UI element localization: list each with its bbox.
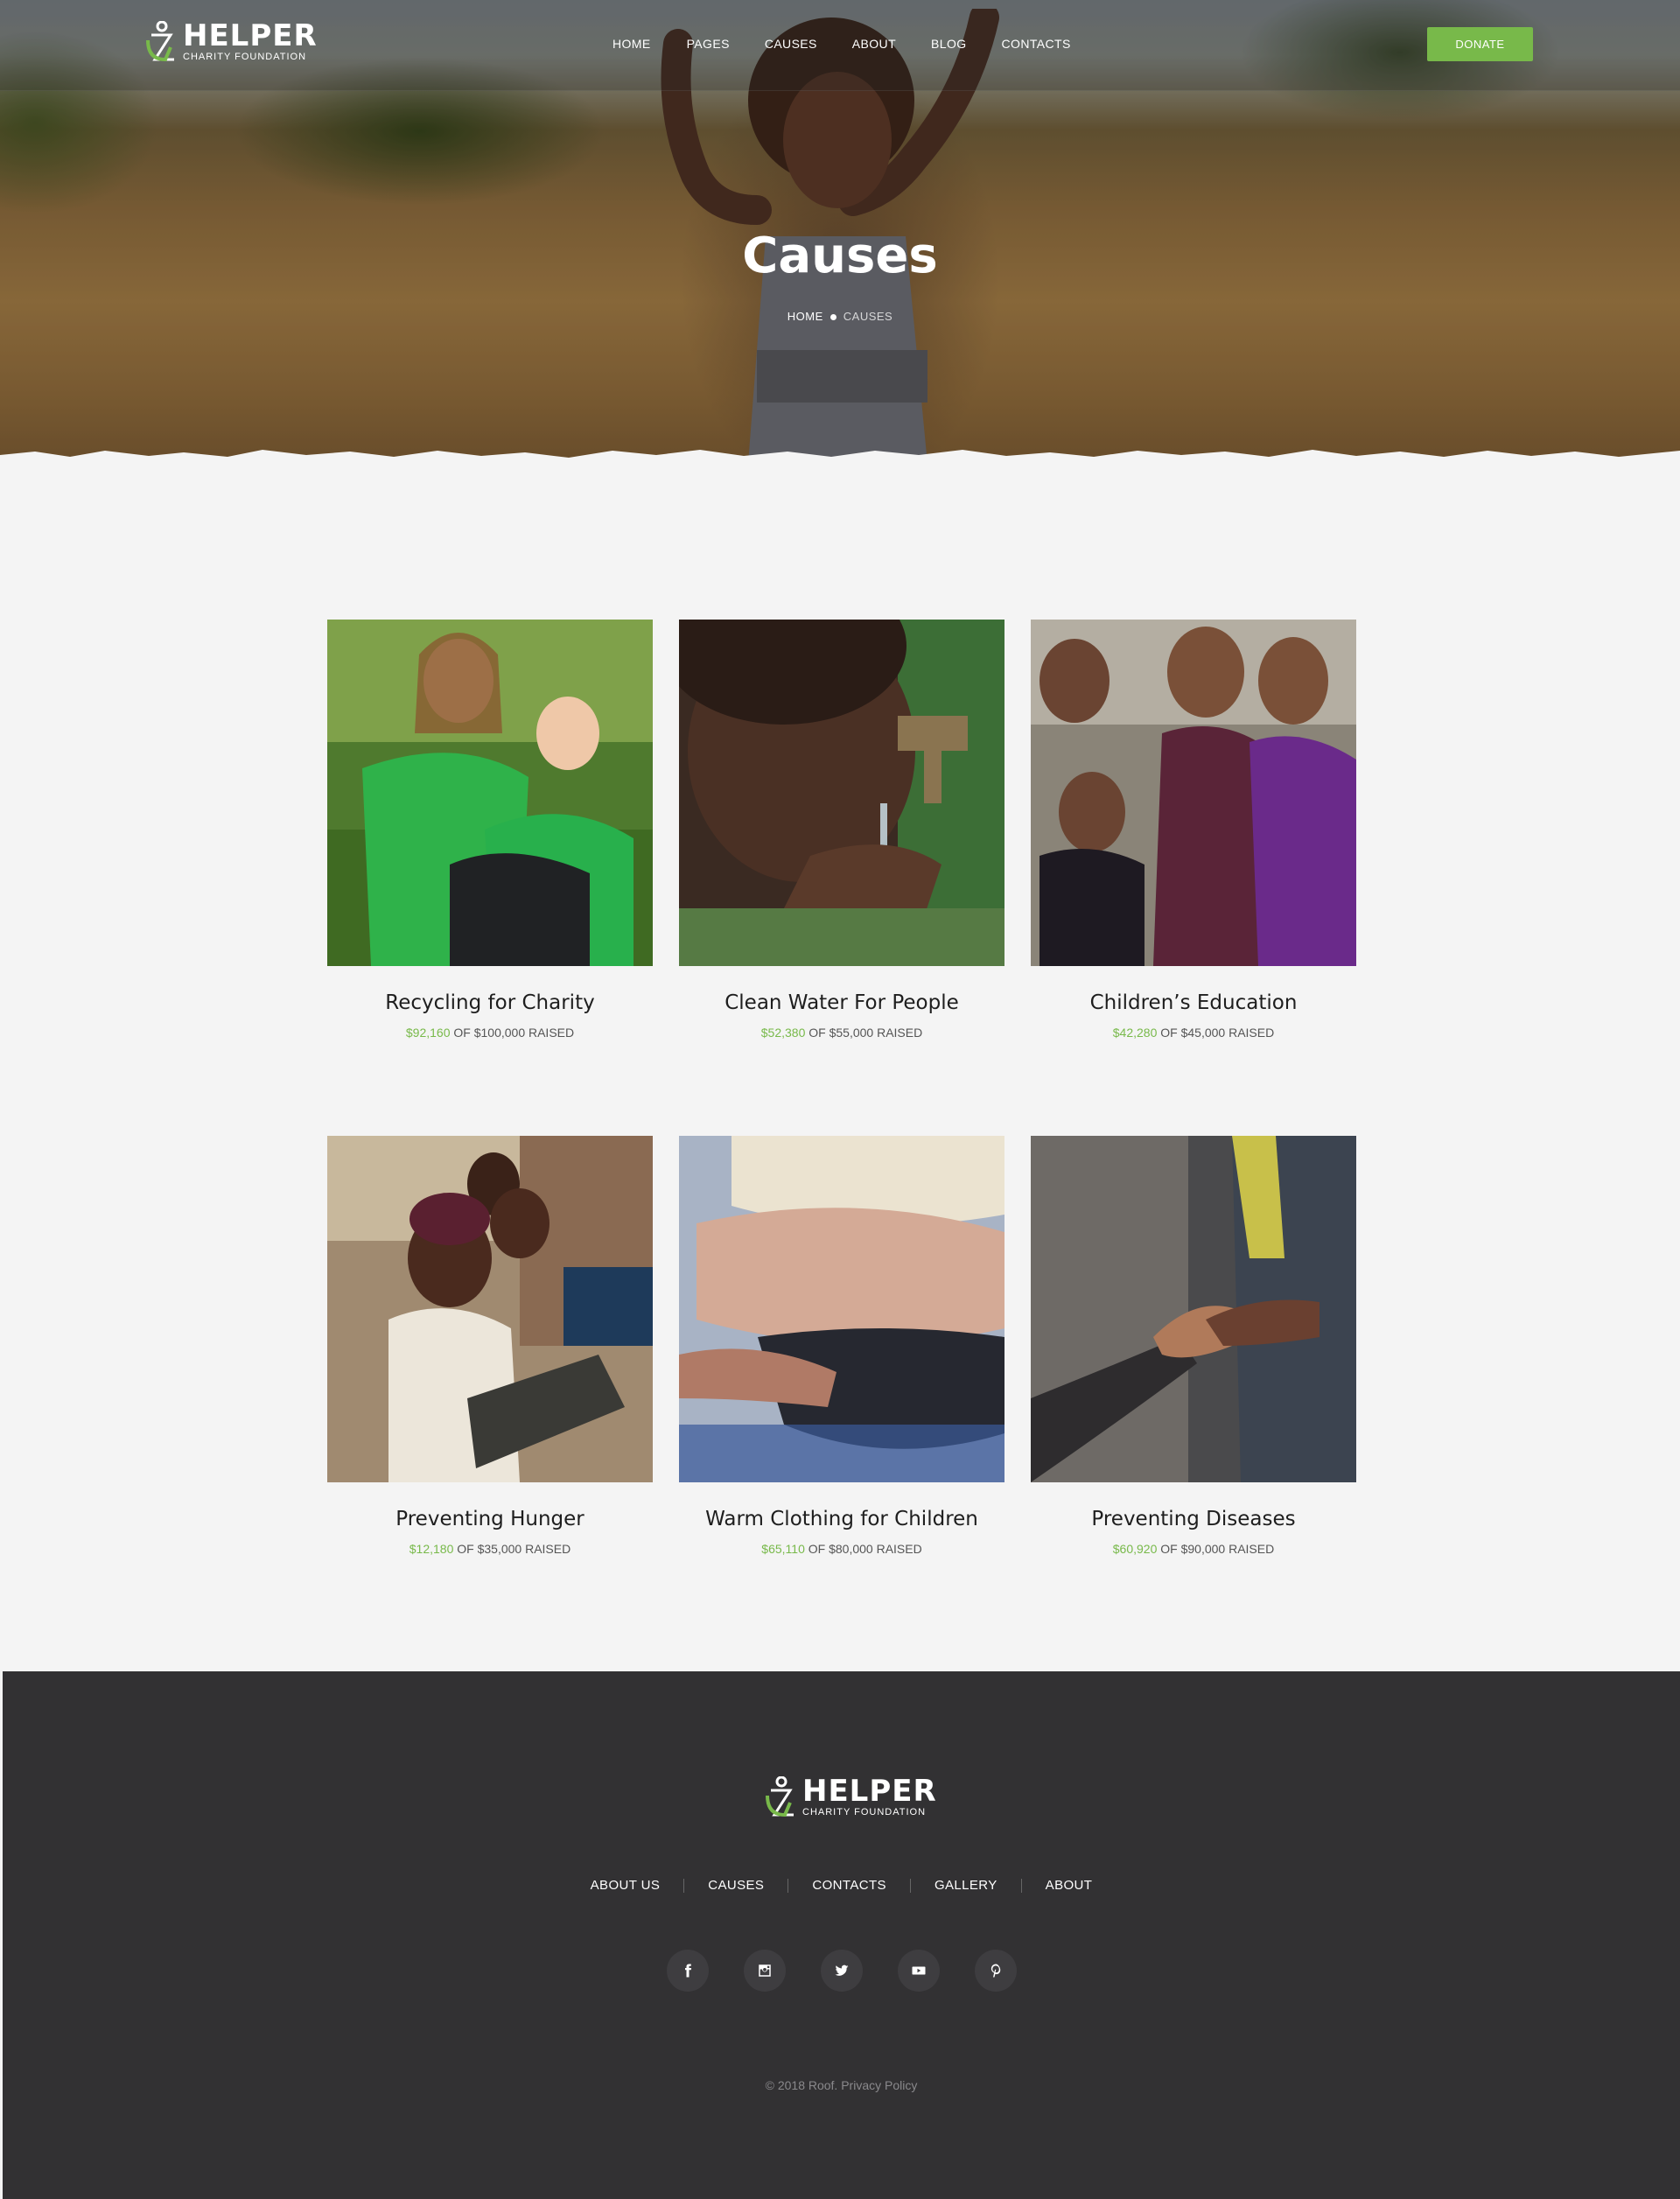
breadcrumb-current: CAUSES <box>843 310 893 323</box>
brand-tagline: CHARITY FOUNDATION <box>183 52 307 62</box>
raised-amount: $60,920 <box>1112 1542 1158 1556</box>
instagram-icon[interactable] <box>743 1950 786 1992</box>
pinterest-icon[interactable] <box>974 1950 1017 1992</box>
nav-item-about[interactable]: ABOUT <box>852 33 896 54</box>
raised-amount: $52,380 <box>760 1026 806 1040</box>
child-with-slate-photo[interactable] <box>327 1136 653 1482</box>
top-navigation-bar: HELPER CHARITY FOUNDATION HOME PAGES CAU… <box>0 0 1680 91</box>
cause-raised: $92,160 OF $100,000 RAISED <box>327 1026 653 1040</box>
cause-raised: $65,110 OF $80,000 RAISED <box>679 1542 1004 1556</box>
header-logo[interactable]: HELPER CHARITY FOUNDATION <box>144 21 318 63</box>
girl-drinking-water-photo[interactable] <box>679 620 1004 966</box>
youtube-icon[interactable] <box>897 1950 940 1992</box>
footer-link-causes[interactable]: CAUSES <box>684 1878 788 1893</box>
goal-text: OF $90,000 RAISED <box>1160 1542 1275 1556</box>
cause-title[interactable]: Clean Water For People <box>679 989 1004 1017</box>
torn-paper-edge <box>0 450 1680 464</box>
cause-card[interactable]: Preventing Hunger $12,180 OF $35,000 RAI… <box>327 1136 653 1556</box>
cause-card[interactable]: Preventing Diseases $60,920 OF $90,000 R… <box>1031 1136 1356 1556</box>
cause-title[interactable]: Preventing Diseases <box>1031 1505 1356 1533</box>
cause-raised: $60,920 OF $90,000 RAISED <box>1031 1542 1356 1556</box>
nav-item-home[interactable]: HOME <box>612 33 651 54</box>
footer-logo[interactable]: HELPER CHARITY FOUNDATION <box>764 1776 937 1818</box>
children-recycling-photo[interactable] <box>327 620 653 966</box>
footer-link-gallery[interactable]: GALLERY <box>911 1878 1021 1893</box>
cause-raised: $52,380 OF $55,000 RAISED <box>679 1026 1004 1040</box>
cause-title[interactable]: Children’s Education <box>1031 989 1356 1017</box>
smiling-children-photo[interactable] <box>1031 620 1356 966</box>
raised-amount: $65,110 <box>761 1542 805 1556</box>
knitted-sweaters-photo[interactable] <box>679 1136 1004 1482</box>
cause-raised: $42,280 OF $45,000 RAISED <box>1031 1026 1356 1040</box>
goal-text: OF $80,000 RAISED <box>808 1542 922 1556</box>
brand-tagline: CHARITY FOUNDATION <box>802 1807 927 1817</box>
nav-item-blog[interactable]: BLOG <box>931 33 967 54</box>
cause-title[interactable]: Preventing Hunger <box>327 1505 653 1533</box>
helper-logo-icon <box>766 1776 794 1817</box>
cause-title[interactable]: Warm Clothing for Children <box>679 1505 1004 1533</box>
goal-text: OF $100,000 RAISED <box>453 1026 575 1040</box>
brand-name: HELPER <box>802 1774 937 1809</box>
goal-text: OF $35,000 RAISED <box>457 1542 571 1556</box>
raised-amount: $92,160 <box>405 1026 451 1040</box>
cause-card[interactable]: Recycling for Charity $92,160 OF $100,00… <box>327 620 653 1040</box>
hero-banner: HELPER CHARITY FOUNDATION HOME PAGES CAU… <box>0 0 1680 464</box>
copyright-text: © 2018 Roof. Privacy Policy <box>765 2078 918 2092</box>
hands-washing-photo[interactable] <box>1031 1136 1356 1482</box>
footer-link-about-us[interactable]: ABOUT US <box>567 1878 684 1893</box>
nav-item-pages[interactable]: PAGES <box>687 33 730 54</box>
cause-card[interactable]: Warm Clothing for Children $65,110 OF $8… <box>679 1136 1004 1556</box>
footer: HELPER CHARITY FOUNDATION ABOUT US CAUSE… <box>3 1671 1680 2199</box>
breadcrumb-home-link[interactable]: HOME <box>788 310 823 323</box>
nav-item-contacts[interactable]: CONTACTS <box>1002 33 1071 54</box>
helper-logo-icon <box>146 21 174 62</box>
footer-link-about[interactable]: ABOUT <box>1022 1878 1116 1893</box>
page-title: Causes <box>742 228 938 284</box>
social-links <box>3 1950 1680 1992</box>
facebook-icon[interactable] <box>666 1950 709 1992</box>
cause-title[interactable]: Recycling for Charity <box>327 989 653 1017</box>
footer-link-contacts[interactable]: CONTACTS <box>788 1878 910 1893</box>
nav-item-causes[interactable]: CAUSES <box>765 33 817 54</box>
cause-raised: $12,180 OF $35,000 RAISED <box>327 1542 653 1556</box>
cause-card[interactable]: Clean Water For People $52,380 OF $55,00… <box>679 620 1004 1040</box>
donate-button[interactable]: DONATE <box>1427 27 1533 61</box>
raised-amount: $42,280 <box>1112 1026 1158 1040</box>
twitter-icon[interactable] <box>820 1950 863 1992</box>
cause-card[interactable]: Children’s Education $42,280 OF $45,000 … <box>1031 620 1356 1040</box>
raised-amount: $12,180 <box>409 1542 454 1556</box>
footer-nav: ABOUT US CAUSES CONTACTS GALLERY ABOUT <box>3 1878 1680 1893</box>
breadcrumb-separator-icon <box>830 314 836 321</box>
goal-text: OF $55,000 RAISED <box>808 1026 923 1040</box>
brand-name: HELPER <box>183 18 318 53</box>
main-nav: HOME PAGES CAUSES ABOUT BLOG CONTACTS <box>612 33 1106 54</box>
goal-text: OF $45,000 RAISED <box>1160 1026 1275 1040</box>
breadcrumb: HOME CAUSES <box>0 310 1680 323</box>
